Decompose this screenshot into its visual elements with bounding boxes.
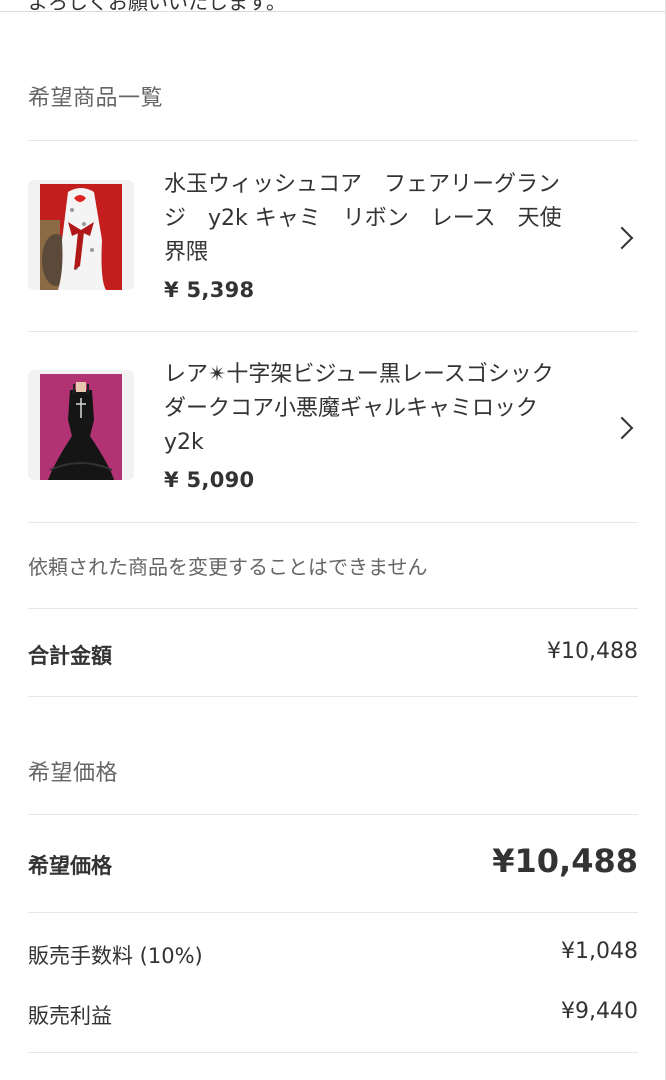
intro-message: よろしくお願いいたします。 [28,0,286,14]
item-thumbnail [28,180,134,290]
top-divider [0,11,666,12]
divider [28,608,638,609]
fee-value: ¥1,048 [561,939,638,964]
total-value: ¥10,488 [547,639,638,664]
divider [28,522,638,523]
divider [28,814,638,815]
item-price: ¥ 5,398 [164,278,255,302]
item-name: レア✴︎十字架ビジュー黒レースゴシックダークコア小悪魔ギャルキャミロック y2k [164,362,554,455]
change-restriction-note: 依頼された商品を変更することはできません [28,555,428,579]
divider [28,1052,638,1053]
wishlist-item-1[interactable]: 水玉ウィッシュコア フェアリーグランジ y2k キャミ リボン レース 天使界隈… [28,172,638,370]
item-price: ¥ 5,090 [164,468,255,492]
offer-summary-page: よろしくお願いいたします。 希望商品一覧 水玉ウィッシュコア フェアリーグランジ… [0,0,666,1080]
price-section-title: 希望価格 [28,761,119,786]
desired-price-label: 希望価格 [28,854,112,878]
chevron-right-icon [610,416,634,440]
divider [28,331,638,332]
wishlist-title: 希望商品一覧 [28,86,164,111]
item-name: 水玉ウィッシュコア フェアリーグランジ y2k キャミ リボン レース 天使界隈 [164,172,562,265]
divider [28,140,638,141]
desired-price-value: ¥10,488 [492,842,638,880]
divider [28,912,638,913]
wishlist-item-2[interactable]: レア✴︎十字架ビジュー黒レースゴシックダークコア小悪魔ギャルキャミロック y2k… [28,362,638,560]
fee-label: 販売手数料 (10%) [28,944,203,968]
item-thumbnail [28,370,134,480]
chevron-right-icon [610,226,634,250]
total-label: 合計金額 [28,644,112,668]
profit-label: 販売利益 [28,1004,112,1028]
profit-value: ¥9,440 [561,999,638,1024]
divider [28,696,638,697]
